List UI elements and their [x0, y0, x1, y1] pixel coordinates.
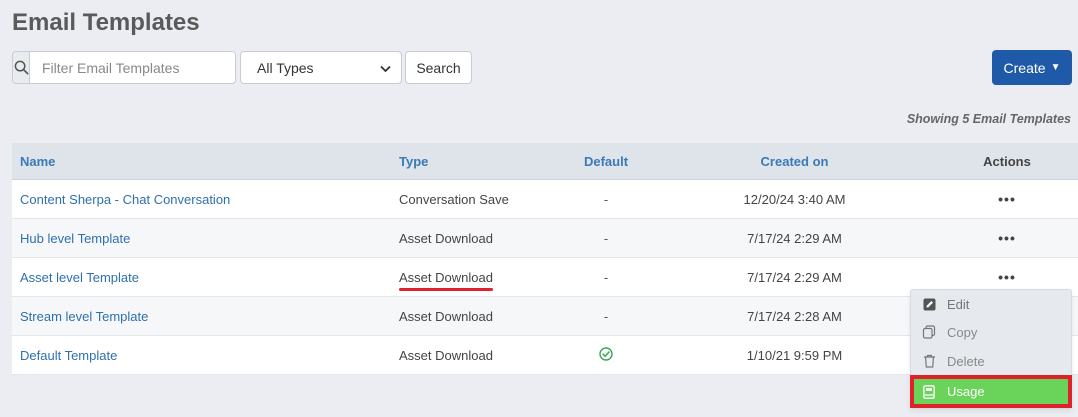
template-type: Asset Download: [399, 347, 493, 363]
template-name-link[interactable]: Content Sherpa - Chat Conversation: [20, 192, 230, 207]
default-value: -: [603, 308, 609, 324]
search-input[interactable]: [30, 52, 235, 83]
template-type: Conversation Save: [399, 191, 509, 207]
caret-down-icon: ▼: [1050, 62, 1061, 73]
check-circle-icon: [599, 346, 613, 364]
more-actions-icon[interactable]: •••: [998, 191, 1016, 207]
search-button[interactable]: Search: [405, 51, 472, 84]
template-name-link[interactable]: Asset level Template: [20, 270, 139, 285]
more-actions-icon[interactable]: •••: [998, 269, 1016, 285]
more-actions-icon[interactable]: •••: [998, 230, 1016, 246]
created-on: 7/17/24 2:29 AM: [747, 230, 842, 246]
page-title: Email Templates: [12, 9, 200, 36]
template-name-link[interactable]: Default Template: [20, 348, 117, 363]
menu-item-usage[interactable]: Usage: [914, 379, 1068, 404]
menu-item-edit[interactable]: Edit: [911, 290, 1071, 318]
type-select-value: All Types: [257, 59, 314, 76]
table-row: Content Sherpa - Chat Conversation Conve…: [12, 180, 1078, 219]
create-button-label: Create: [1003, 59, 1046, 76]
menu-item-delete[interactable]: Delete: [911, 347, 1071, 375]
results-count: Showing 5 Email Templates: [906, 112, 1071, 126]
menu-item-usage-highlight: Usage: [910, 375, 1072, 408]
template-type: Asset Download: [399, 308, 493, 324]
created-on: 7/17/24 2:28 AM: [747, 308, 842, 324]
trash-icon: [921, 353, 937, 369]
created-on: 1/10/21 9:59 PM: [746, 347, 843, 363]
copy-icon: [921, 324, 937, 340]
template-type-highlighted: Asset Download: [399, 269, 493, 291]
search-icon[interactable]: [13, 52, 30, 83]
table-header: Name Type Default Created on Actions: [12, 143, 1078, 180]
header-type[interactable]: Type: [399, 154, 559, 169]
header-default[interactable]: Default: [559, 154, 653, 169]
template-name-link[interactable]: Stream level Template: [20, 309, 148, 324]
table-row: Hub level Template Asset Download - 7/17…: [12, 219, 1078, 258]
header-actions: Actions: [983, 153, 1031, 169]
template-type: Asset Download: [399, 230, 493, 246]
create-button[interactable]: Create ▼: [992, 50, 1072, 85]
menu-item-label: Copy: [947, 324, 978, 340]
search-group: [12, 51, 236, 84]
created-on: 7/17/24 2:29 AM: [747, 269, 842, 285]
default-value: -: [603, 191, 609, 207]
template-type: Asset Download: [399, 269, 493, 285]
header-name[interactable]: Name: [12, 154, 399, 169]
book-icon: [921, 384, 937, 400]
chevron-down-icon: [380, 60, 391, 76]
default-value: -: [603, 269, 609, 285]
menu-item-label: Delete: [947, 353, 985, 369]
type-select[interactable]: All Types: [240, 51, 402, 84]
created-on: 12/20/24 3:40 AM: [743, 191, 846, 207]
template-name-link[interactable]: Hub level Template: [20, 231, 130, 246]
edit-icon: [921, 296, 937, 312]
default-value: -: [603, 230, 609, 246]
menu-item-copy[interactable]: Copy: [911, 318, 1071, 346]
header-created[interactable]: Created on: [653, 154, 936, 169]
menu-item-label: Usage: [947, 384, 985, 399]
menu-item-label: Edit: [947, 296, 970, 312]
red-underline-annotation: [399, 287, 493, 291]
